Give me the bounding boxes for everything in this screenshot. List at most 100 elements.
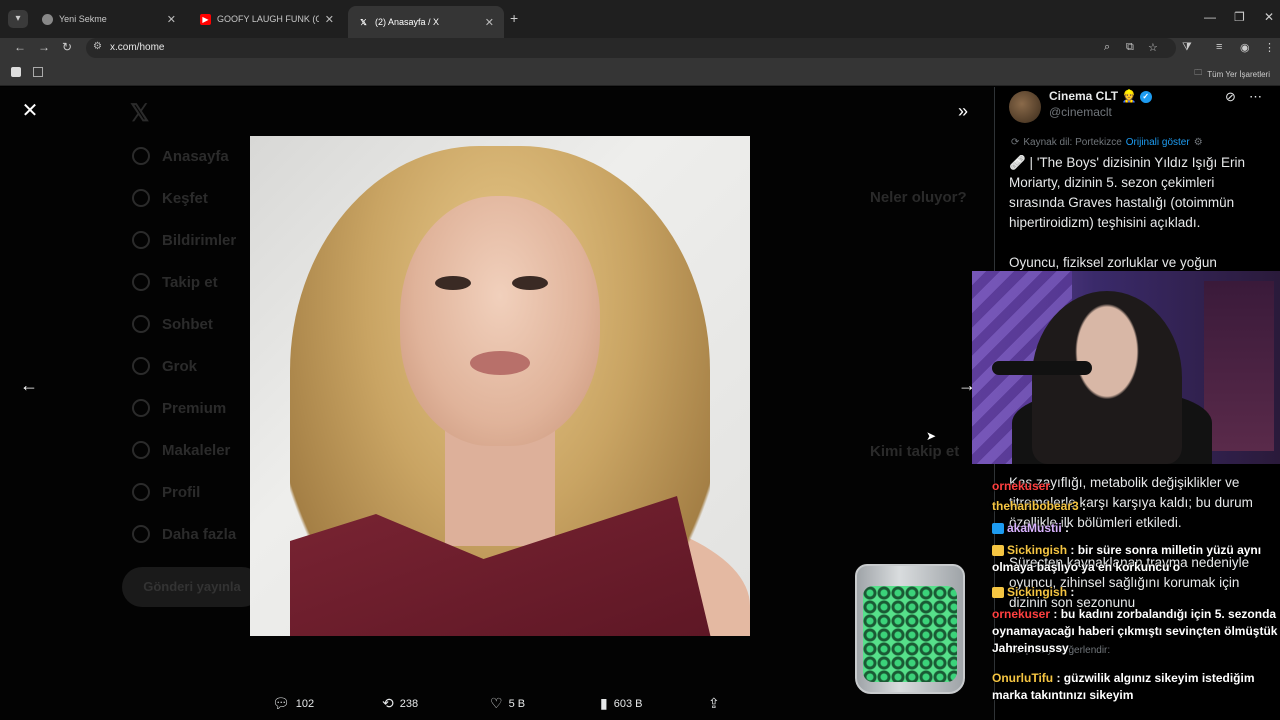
chat-badge-icon: [992, 545, 1004, 557]
author-name[interactable]: Cinema CLT 👷 ✓: [1049, 89, 1152, 103]
tab-new[interactable]: Yeni Sekme ✕: [32, 6, 186, 32]
reply-count: 102: [295, 697, 315, 710]
chat-icon: [132, 315, 150, 333]
repost-icon: ⟲: [382, 695, 394, 711]
bookmark-page-icon[interactable]: [11, 67, 21, 77]
tweet-paragraph: 🩹 | 'The Boys' dizisinin Yıldız Işığı Er…: [1009, 155, 1246, 230]
tab-title: GOOFY LAUGH FUNK (Official A: [217, 14, 319, 24]
browser-tab-bar: ▾ Yeni Sekme ✕ ▶ GOOFY LAUGH FUNK (Offic…: [0, 0, 1280, 38]
apps-grid-icon[interactable]: [33, 67, 43, 77]
articles-icon: [132, 441, 150, 459]
photo-eye: [512, 276, 548, 290]
more-icon: [132, 525, 150, 543]
bell-icon: [132, 231, 150, 249]
tweet-paragraph: Oyuncu, fiziksel zorluklar ve yoğun: [1009, 255, 1217, 270]
repost-count: 238: [399, 697, 419, 710]
share-button[interactable]: ⇪: [708, 695, 720, 712]
bg-nav-label: Takip et: [162, 273, 218, 291]
forward-icon[interactable]: →: [38, 40, 50, 54]
bg-nav-item: Anasayfa: [132, 147, 229, 165]
extensions-icon[interactable]: ⧩: [1182, 41, 1192, 54]
show-original-link[interactable]: Orijinali göster: [1126, 137, 1190, 148]
follow-icon: [132, 273, 150, 291]
expand-icon[interactable]: »: [958, 101, 968, 122]
share-icon: ⇪: [708, 695, 720, 711]
site-info-icon[interactable]: ⚙: [93, 41, 102, 52]
like-button[interactable]: ♡ 5 B: [490, 695, 525, 712]
previous-image-icon[interactable]: ←: [20, 375, 38, 396]
chat-badge-icon: [992, 523, 1004, 535]
source-language: Kaynak dil: Portekizce: [1023, 137, 1122, 148]
menu-icon[interactable]: ⋮: [1264, 41, 1275, 54]
reload-icon[interactable]: ↻: [62, 40, 72, 54]
webcam-person: [1032, 291, 1182, 464]
chat-username: theharibobear3: [992, 499, 1079, 513]
reply-button[interactable]: 💬︎ 102: [272, 695, 314, 712]
avatar[interactable]: [1009, 91, 1041, 123]
grok-icon[interactable]: ⊘: [1225, 89, 1236, 105]
bg-nav-label: Sohbet: [162, 315, 213, 333]
like-count: 5 B: [508, 697, 526, 710]
grok-icon: [132, 357, 150, 375]
restore-icon[interactable]: ❐: [1234, 10, 1245, 24]
zoom-icon[interactable]: ⌕: [1104, 41, 1110, 54]
address-toolbar: ← → ↻ ⚙ x.com/home ⌕ ⧉ ☆ ⧩ ≡ ◉ ⋮: [0, 38, 1280, 60]
bg-post-button: Gönderi yayınla: [122, 567, 262, 607]
media-icon[interactable]: ≡: [1216, 41, 1222, 53]
chat-message: Sickingish :: [992, 584, 1280, 601]
close-window-icon[interactable]: ✕: [1264, 10, 1274, 24]
chat-message: theharibobear3 :: [992, 499, 1087, 513]
bg-nav-label: Makaleler: [162, 441, 231, 459]
view-count: 603 B: [613, 697, 643, 710]
bg-nav-label: Anasayfa: [162, 147, 229, 165]
heart-icon: ♡: [490, 695, 503, 711]
omnibox[interactable]: ⚙ x.com/home: [86, 38, 1176, 58]
bg-nav-item: Daha fazla: [132, 525, 236, 543]
search-icon: [132, 189, 150, 207]
bg-nav-label: Premium: [162, 399, 227, 417]
views-button[interactable]: ▮ 603 B: [600, 695, 642, 712]
close-media-button[interactable]: ✕: [20, 101, 40, 121]
stream-chat-overlay: ornekuser theharibobear3 : akaMustii : S…: [992, 478, 1280, 720]
author-handle[interactable]: @cinemaclt: [1049, 105, 1112, 119]
youtube-icon: ▶: [200, 13, 211, 25]
more-options-icon[interactable]: ⋯: [1249, 89, 1262, 105]
chat-message: ornekuser: [992, 478, 1280, 495]
all-bookmarks[interactable]: 🗀 Tüm Yer İşaretleri: [1194, 67, 1270, 81]
install-icon[interactable]: ⧉: [1126, 41, 1134, 54]
minimize-icon[interactable]: —: [1204, 10, 1216, 24]
chat-badge-icon: [992, 587, 1004, 599]
settings-icon[interactable]: ⚙: [1194, 137, 1203, 148]
profile-icon: [132, 483, 150, 501]
bg-nav-item: Bildirimler: [132, 231, 236, 249]
author-name-text: Cinema CLT: [1049, 89, 1119, 103]
jar-widget: [855, 564, 965, 694]
tab-x-home[interactable]: 𝕏 (2) Anasayfa / X ✕: [348, 6, 504, 38]
chat-message: OnurluTifu : güzwilik algınız sikeyim is…: [992, 671, 1255, 702]
premium-icon: [132, 399, 150, 417]
media-image[interactable]: [250, 136, 750, 636]
page-viewport: 𝕏 Anasayfa Keşfet Bildirimler Takip et S…: [0, 87, 1280, 720]
repost-button[interactable]: ⟲ 238: [382, 695, 418, 712]
tab-title: (2) Anasayfa / X: [375, 17, 440, 27]
chat-username: ornekuser: [992, 607, 1051, 621]
close-tab-icon[interactable]: ✕: [325, 13, 334, 26]
emoji-icon: 👷: [1121, 89, 1137, 103]
bookmark-star-icon[interactable]: ☆: [1148, 41, 1158, 54]
close-tab-icon[interactable]: ✕: [167, 13, 176, 26]
tab-title: Yeni Sekme: [59, 14, 107, 24]
webcam-overlay: [972, 271, 1280, 464]
tab-search-button[interactable]: ▾: [8, 10, 28, 28]
reply-icon: 💬︎: [272, 695, 290, 711]
webcam-shelf: [1204, 281, 1274, 451]
new-tab-button[interactable]: +: [510, 10, 518, 26]
bg-nav-label: Bildirimler: [162, 231, 237, 249]
profile-icon[interactable]: ◉: [1240, 41, 1250, 54]
bg-nav-item: Takip et: [132, 273, 218, 291]
chat-username: OnurluTifu: [992, 671, 1054, 685]
chat-message: Sickingish : bir süre sonra milletin yüz…: [992, 543, 1262, 574]
back-icon[interactable]: ←: [14, 40, 26, 54]
tab-youtube[interactable]: ▶ GOOFY LAUGH FUNK (Official A ✕: [190, 6, 344, 32]
url-text[interactable]: x.com/home: [110, 42, 164, 53]
close-tab-icon[interactable]: ✕: [485, 16, 494, 29]
